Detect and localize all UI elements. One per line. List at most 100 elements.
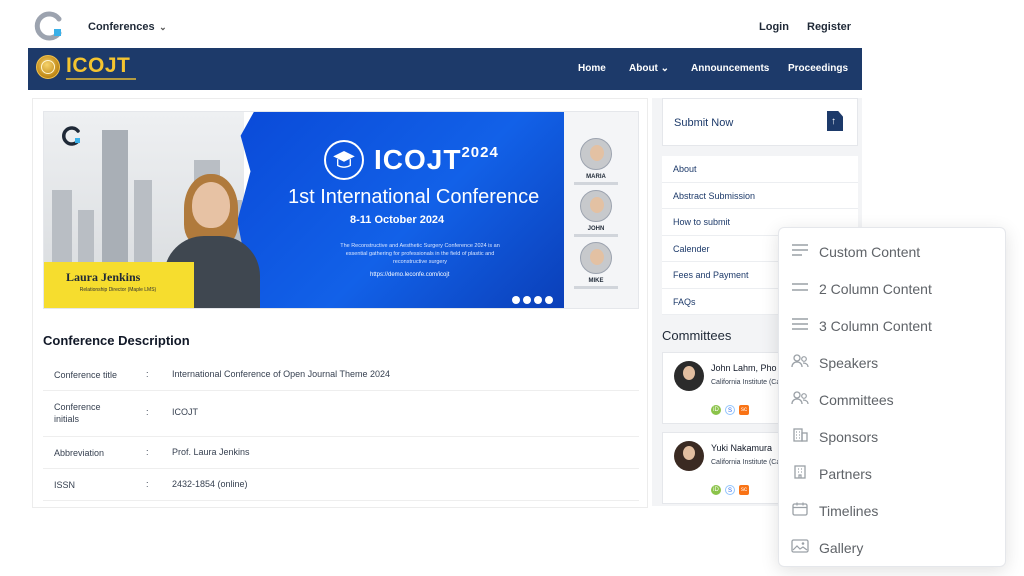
speaker-name: JOHN — [587, 226, 605, 232]
submit-now-label: Submit Now — [674, 117, 734, 129]
banner-subtitle: 1st International Conference — [288, 186, 540, 208]
dropdown-item-custom-content[interactable]: Custom Content — [779, 232, 1007, 268]
brand-underline — [66, 78, 136, 80]
instagram-icon — [534, 296, 542, 304]
dropdown-item-label: 3 Column Content — [819, 318, 932, 334]
row-separator: : — [146, 447, 149, 457]
dropdown-item-label: 2 Column Content — [819, 281, 932, 297]
dropdown-item-label: Sponsors — [819, 429, 879, 445]
conference-brand[interactable]: ICOJT — [66, 54, 130, 78]
custom-content-icon — [792, 244, 808, 256]
submit-now-button[interactable]: Submit Now ↑ — [662, 98, 858, 146]
conferences-menu[interactable]: Conferences ⌄ — [88, 21, 167, 33]
speaker-role — [574, 182, 618, 185]
nav-announcements[interactable]: Announcements — [691, 63, 769, 74]
banner-title-year: 2024 — [461, 144, 499, 161]
banner-date: 8-11 October 2024 — [350, 214, 445, 226]
speaker-photo — [580, 190, 612, 222]
speaker-photo — [580, 138, 612, 170]
speaker-name: MIKE — [588, 278, 604, 284]
x-icon — [523, 296, 531, 304]
speaker-name: MARIA — [586, 174, 606, 180]
table-row: Conference initials : ICOJT — [43, 391, 639, 437]
row-value: International Conference of Open Journal… — [172, 369, 390, 379]
top-bar: Conferences ⌄ Login Register — [28, 0, 862, 50]
orcid-icon[interactable]: iD — [711, 405, 721, 415]
scopus-icon[interactable]: sc — [739, 405, 749, 415]
speaker-photo — [580, 242, 612, 274]
site-logo-icon[interactable] — [34, 11, 64, 41]
three-column-icon — [792, 318, 808, 330]
graduation-emblem-icon — [324, 140, 364, 180]
banner-blue-panel — [234, 112, 564, 308]
scholar-icon[interactable]: S — [725, 405, 735, 415]
sidebar-item-abstract-submission[interactable]: Abstract Submission — [662, 182, 858, 209]
partners-icon — [794, 465, 806, 479]
dropdown-item-label: Custom Content — [819, 244, 921, 260]
keynote-name-strip: Laura Jenkins Relationship Director (Map… — [44, 262, 194, 308]
sponsors-icon — [793, 428, 808, 442]
nav-home[interactable]: Home — [578, 63, 606, 74]
scholar-icon[interactable]: S — [725, 485, 735, 495]
main-nav: ICOJT Home About ⌄ Announcements Proceed… — [28, 48, 862, 90]
table-row: Conference title : International Confere… — [43, 359, 639, 391]
dropdown-item-label: Partners — [819, 466, 872, 482]
conference-banner: Laura Jenkins Relationship Director (Map… — [43, 111, 639, 309]
register-link[interactable]: Register — [807, 21, 851, 33]
keynote-name: Laura Jenkins — [66, 270, 141, 284]
description-title: Conference Description — [43, 333, 190, 348]
dropdown-item-sponsors[interactable]: Sponsors — [779, 417, 1007, 453]
block-type-dropdown: Custom Content 2 Column Content 3 Column… — [778, 227, 1006, 567]
row-separator: : — [146, 369, 149, 379]
dropdown-item-label: Gallery — [819, 540, 864, 556]
dropdown-item-label: Committees — [819, 392, 894, 408]
conference-emblem-icon[interactable] — [36, 55, 60, 79]
orcid-icon[interactable]: iD — [711, 485, 721, 495]
speaker-role — [574, 286, 618, 289]
row-separator: : — [146, 407, 149, 417]
chevron-down-icon: ⌄ — [156, 22, 167, 32]
row-key: Conference initials — [54, 402, 101, 424]
banner-url: https://demo.leconfe.com/icojt — [370, 272, 450, 278]
row-key: Conference title — [54, 370, 118, 380]
two-column-icon — [792, 283, 808, 291]
dropdown-item-partners[interactable]: Partners — [779, 454, 1007, 490]
table-row: Abbreviation : Prof. Laura Jenkins — [43, 437, 639, 469]
dropdown-item-label: Speakers — [819, 355, 879, 371]
dropdown-item-committees[interactable]: Committees — [779, 380, 1007, 416]
dropdown-item-label: Timelines — [819, 503, 879, 519]
dropdown-item-timelines[interactable]: Timelines — [779, 491, 1007, 527]
upload-file-icon: ↑ — [827, 111, 843, 131]
main-content: Laura Jenkins Relationship Director (Map… — [32, 98, 648, 508]
dropdown-item-speakers[interactable]: Speakers — [779, 343, 1007, 379]
dropdown-item-gallery[interactable]: Gallery — [779, 528, 1007, 564]
page: Conferences ⌄ Login Register ICOJT Home … — [0, 0, 1024, 576]
row-key: ISSN — [54, 480, 76, 490]
sidebar-item-about[interactable]: About — [662, 156, 858, 183]
nav-about[interactable]: About ⌄ — [629, 63, 669, 74]
row-separator: : — [146, 479, 149, 489]
avatar — [674, 441, 704, 471]
table-row: ISSN : 2432-1854 (online) — [43, 469, 639, 501]
row-value: ICOJT — [172, 407, 198, 417]
row-value: 2432-1854 (online) — [172, 479, 248, 489]
dropdown-item-2-column-content[interactable]: 2 Column Content — [779, 269, 1007, 305]
committee-name: John Lahm, Pho — [711, 363, 777, 373]
scopus-icon[interactable]: sc — [739, 485, 749, 495]
speakers-icon — [791, 354, 809, 368]
row-key: Abbreviation — [54, 448, 105, 458]
committees-title: Committees — [662, 328, 732, 343]
gallery-icon — [791, 539, 809, 553]
linkedin-icon — [545, 296, 553, 304]
login-link[interactable]: Login — [759, 21, 789, 33]
avatar — [674, 361, 704, 391]
row-value: Prof. Laura Jenkins — [172, 447, 250, 457]
banner-description: The Reconstructive and Aesthetic Surgery… — [340, 243, 500, 265]
committees-icon — [791, 391, 809, 405]
conferences-menu-label: Conferences — [88, 21, 155, 33]
committee-name: Yuki Nakamura — [711, 443, 773, 453]
nav-proceedings[interactable]: Proceedings — [788, 63, 848, 74]
timelines-icon — [792, 502, 808, 516]
speaker-role — [574, 234, 618, 237]
dropdown-item-3-column-content[interactable]: 3 Column Content — [779, 306, 1007, 342]
